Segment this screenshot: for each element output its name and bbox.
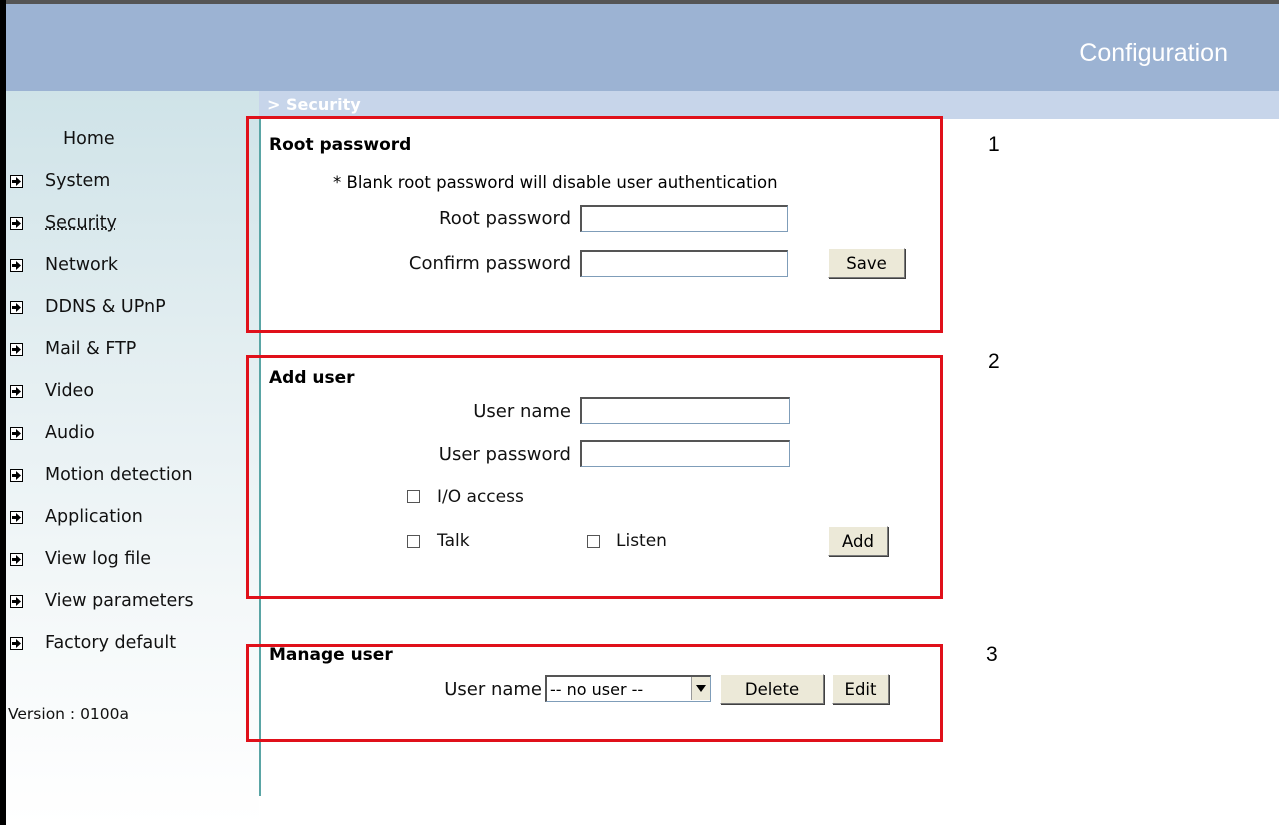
header-bar: Configuration [6,4,1279,91]
breadcrumb: > Security [267,95,361,114]
sidebar-item-home[interactable]: Home [10,118,255,160]
sidebar-item-view-parameters[interactable]: View parameters [10,580,255,622]
sidebar-nav: Home System Security Network DDNS & UPnP Mail… [10,118,255,664]
arrow-right-icon [10,552,23,566]
sidebar-item-audio[interactable]: Audio [10,412,255,454]
sidebar-item-factory-default[interactable]: Factory default [10,622,255,664]
arrow-right-icon [10,216,23,230]
sidebar-item-network[interactable]: Network [10,244,255,286]
arrow-right-icon [10,510,23,524]
arrow-right-icon [10,300,23,314]
arrow-right-icon [10,342,23,356]
sidebar-item-mail-ftp[interactable]: Mail & FTP [10,328,255,370]
sidebar-item-label: Factory default [45,633,177,653]
sidebar-item-label: View parameters [45,591,194,611]
arrow-right-icon [10,174,23,188]
sidebar-item-label: Home [63,129,115,149]
sidebar-item-security[interactable]: Security [10,202,255,244]
sidebar-item-application[interactable]: Application [10,496,255,538]
sidebar-item-label: Video [45,381,95,401]
sidebar-item-video[interactable]: Video [10,370,255,412]
breadcrumb-bar: > Security [259,91,1279,119]
arrow-right-icon [10,468,23,482]
annotation-box-2 [246,355,943,599]
arrow-right-icon [10,384,23,398]
arrow-right-icon [10,426,23,440]
arrow-right-icon [10,636,23,650]
sidebar-item-view-log-file[interactable]: View log file [10,538,255,580]
arrow-right-icon [10,258,23,272]
sidebar-item-label: Application [45,507,143,527]
sidebar-item-label: Motion detection [45,465,193,485]
sidebar-item-motion-detection[interactable]: Motion detection [10,454,255,496]
page-title: Configuration [1079,39,1228,67]
config-page: Configuration > Security Home System Secur… [0,0,1279,825]
version-label: Version : 0100a [8,705,130,723]
annotation-marker-2: 2 [988,350,1000,373]
sidebar-item-ddns-upnp[interactable]: DDNS & UPnP [10,286,255,328]
annotation-marker-1: 1 [988,133,1000,156]
annotation-marker-3: 3 [986,643,998,666]
annotation-box-1 [246,116,943,333]
sidebar-item-label: Security [45,213,117,233]
sidebar-item-label: DDNS & UPnP [45,297,166,317]
arrow-right-icon [10,594,23,608]
sidebar-item-system[interactable]: System [10,160,255,202]
sidebar-item-label: View log file [45,549,151,569]
sidebar-item-label: System [45,171,111,191]
sidebar-item-label: Mail & FTP [45,339,137,359]
annotation-box-3 [246,644,943,742]
sidebar-item-label: Audio [45,423,95,443]
sidebar-item-label: Network [45,255,119,275]
